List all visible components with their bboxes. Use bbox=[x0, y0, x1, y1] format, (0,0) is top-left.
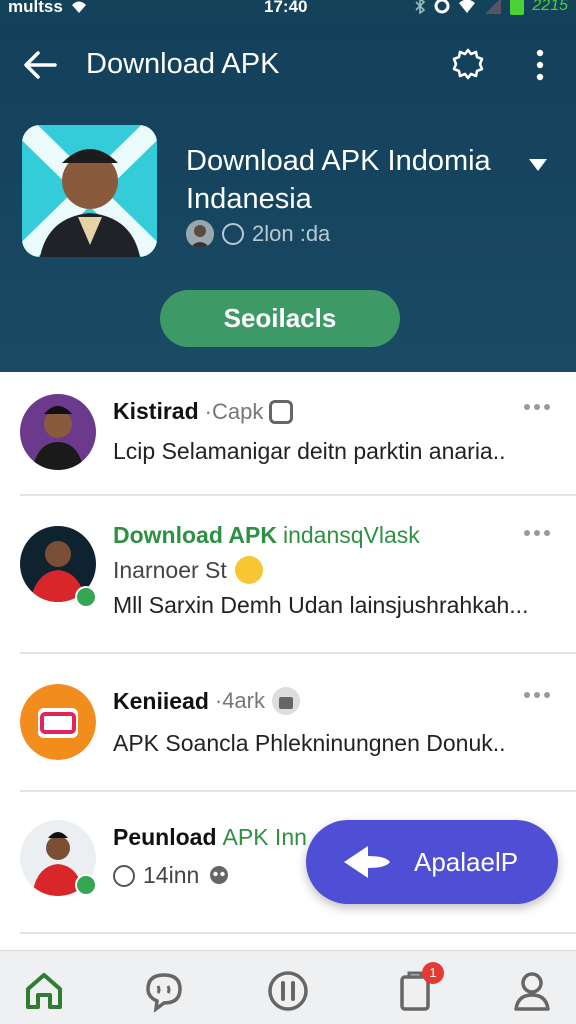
app-meta-text: 2lon :da bbox=[252, 221, 331, 246]
chat-icon[interactable] bbox=[142, 969, 186, 1013]
avatar bbox=[20, 394, 96, 470]
app-icon bbox=[22, 125, 157, 257]
bag-icon bbox=[272, 687, 300, 715]
verified-icon bbox=[75, 586, 97, 608]
list-item[interactable]: Download APK indansqVlask Inarnoer St Ml… bbox=[0, 496, 576, 652]
item-body: Lcip Selamanigar deitn parktin anaria.. bbox=[113, 438, 506, 464]
app-icon-artwork bbox=[22, 125, 157, 257]
arrow-left-icon[interactable] bbox=[22, 50, 58, 80]
battery-text: 2215 bbox=[532, 0, 568, 14]
status-bar: multss 17:40 2215 bbox=[0, 0, 576, 20]
item-name: Download APK bbox=[113, 522, 277, 548]
more-horizontal-icon[interactable] bbox=[524, 692, 552, 702]
item-name: Peunload bbox=[113, 824, 217, 850]
item-time: ·4ark bbox=[214, 688, 265, 713]
info-icon bbox=[222, 223, 244, 245]
chevron-down-icon[interactable] bbox=[528, 158, 548, 172]
primary-action-button[interactable]: Seoilacls bbox=[160, 290, 400, 347]
item-secondary: 14inn bbox=[143, 862, 200, 888]
skull-icon bbox=[210, 865, 229, 884]
item-name-highlight: APK Inn bbox=[222, 824, 307, 850]
item-subtitle: indansqVlask bbox=[282, 522, 420, 548]
notification-badge: 1 bbox=[422, 962, 444, 984]
pause-icon[interactable] bbox=[266, 969, 310, 1013]
app-title: Download APK Indomia Indanesia bbox=[186, 145, 491, 215]
list-item[interactable]: Kistirad ·Capk Lcip Selamanigar deitn pa… bbox=[0, 372, 576, 496]
item-secondary-row: Inarnoer St bbox=[113, 556, 263, 584]
item-header: Peunload APK Inn bbox=[113, 824, 307, 851]
item-secondary-row: 14inn bbox=[113, 862, 231, 889]
toolbar-title: Download APK bbox=[86, 48, 280, 80]
sync-icon bbox=[434, 0, 450, 14]
item-secondary: Inarnoer St bbox=[113, 556, 227, 583]
info-icon bbox=[113, 864, 135, 887]
status-left: multss bbox=[8, 0, 89, 17]
verified-icon bbox=[75, 874, 97, 896]
item-body: Mll Sarxin Demh Udan lainsjushrahkah... bbox=[113, 592, 529, 618]
item-time: ·Capk bbox=[204, 398, 264, 424]
signal-bars-icon bbox=[485, 0, 502, 14]
status-right: 2215 bbox=[414, 0, 568, 15]
share-arrow-icon bbox=[344, 846, 390, 878]
app-header: Download APK Download APK Indomia Indane… bbox=[0, 20, 576, 372]
bottom-navigation bbox=[0, 950, 576, 1024]
more-horizontal-icon[interactable] bbox=[524, 404, 552, 414]
item-name: Keniiead bbox=[113, 687, 209, 714]
item-header: Download APK indansqVlask bbox=[113, 522, 420, 549]
home-icon[interactable] bbox=[22, 969, 66, 1013]
profile-icon[interactable] bbox=[510, 969, 554, 1013]
signal-wifi-icon bbox=[459, 0, 476, 13]
status-time: 17:40 bbox=[264, 0, 308, 16]
wifi-icon bbox=[71, 1, 86, 13]
carrier-label: multss bbox=[8, 0, 63, 16]
item-header: Kistirad ·Capk bbox=[113, 398, 294, 425]
developer-avatar bbox=[186, 220, 214, 248]
floating-action-button[interactable]: ApalaelP bbox=[306, 820, 558, 904]
square-badge-icon bbox=[269, 399, 294, 424]
more-horizontal-icon[interactable] bbox=[524, 530, 552, 540]
item-name: Kistirad bbox=[113, 398, 199, 424]
more-vertical-icon[interactable] bbox=[528, 48, 552, 82]
fab-label: ApalaelP bbox=[414, 846, 519, 877]
divider bbox=[20, 932, 576, 934]
list-item[interactable]: Keniiead ·4ark APK Soancla Phlekninungne… bbox=[0, 654, 576, 790]
avatar bbox=[20, 684, 96, 760]
item-body: APK Soancla Phlekninungnen Donuk.. bbox=[113, 730, 506, 756]
emoji-icon bbox=[234, 556, 263, 584]
bluetooth-icon bbox=[415, 0, 426, 14]
gear-icon[interactable] bbox=[450, 46, 486, 82]
item-header: Keniiead ·4ark bbox=[113, 686, 301, 716]
battery-icon bbox=[510, 0, 525, 15]
app-meta-row: 2lon :da bbox=[186, 220, 330, 248]
